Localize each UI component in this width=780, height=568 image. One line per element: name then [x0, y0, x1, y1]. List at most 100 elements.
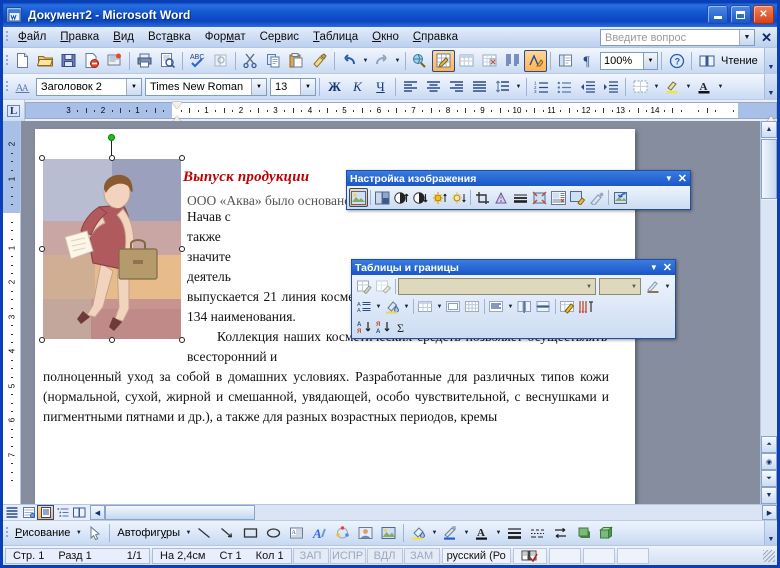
shadow-style-icon[interactable]	[572, 522, 595, 544]
zoom-dropdown-icon[interactable]: ▼	[644, 51, 658, 70]
line-spacing-icon[interactable]	[491, 76, 514, 98]
draw-menu-button[interactable]: Рисование	[11, 527, 74, 539]
text-wrapping-icon[interactable]	[549, 188, 568, 207]
insert-hyperlink-icon[interactable]	[409, 50, 432, 72]
sort-ascending-icon[interactable]: АЯ	[355, 317, 374, 336]
style-combo[interactable]: Заголовок 2 ▼	[36, 77, 142, 96]
web-layout-view-button[interactable]	[20, 505, 37, 520]
maximize-button[interactable]	[730, 5, 751, 24]
shading-color-dropdown-icon[interactable]: ▼	[402, 304, 411, 310]
formatting-toolbar-grip[interactable]	[3, 79, 11, 95]
align-cell-icon[interactable]	[487, 297, 506, 316]
line-style-icon[interactable]	[511, 188, 530, 207]
document-body-3[interactable]: полноценный уход за собой в домашних усл…	[43, 367, 609, 427]
resize-handle-w[interactable]	[39, 246, 45, 252]
status-flag-ovr[interactable]: ЗАМ	[403, 547, 440, 564]
menu-grip[interactable]	[3, 29, 11, 45]
format-painter-icon[interactable]	[308, 50, 331, 72]
format-picture-icon[interactable]	[568, 188, 587, 207]
merge-cells-icon[interactable]	[444, 297, 463, 316]
show-formatting-marks-icon[interactable]: ¶	[577, 50, 600, 72]
autoshapes-dropdown-icon[interactable]: ▼	[184, 530, 193, 536]
resize-grip[interactable]	[763, 549, 775, 562]
research-icon[interactable]	[209, 50, 232, 72]
arrow-style-icon[interactable]	[549, 522, 572, 544]
decrease-indent-icon[interactable]	[576, 76, 599, 98]
draw-table-icon[interactable]	[355, 277, 374, 296]
wordart-icon[interactable]: A	[308, 522, 331, 544]
select-browse-object-button[interactable]: ◉	[761, 453, 777, 470]
businesswoman-clipart[interactable]	[39, 134, 185, 343]
insert-table-icon[interactable]	[455, 50, 478, 72]
help-icon[interactable]: ?	[665, 50, 688, 72]
scroll-up-button[interactable]: ▲	[761, 121, 777, 138]
tables-and-borders-toolbar[interactable]: Таблицы и границы ▼ ✕ ▼ ▼ ▼ A A ▼ ▼ ▼ ▼ …	[351, 259, 676, 339]
insert-picture-icon[interactable]	[377, 522, 400, 544]
reset-picture-icon[interactable]	[611, 188, 630, 207]
picture-toolbar[interactable]: Настройка изображения ▼ ✕	[346, 170, 691, 210]
menu-window[interactable]: Окно	[365, 29, 406, 45]
menu-help[interactable]: Справка	[406, 29, 465, 45]
vertical-scroll-thumb[interactable]	[761, 139, 777, 199]
reading-layout-icon[interactable]	[695, 50, 718, 72]
select-objects-icon[interactable]	[83, 522, 106, 544]
chevron-down-icon[interactable]: ▼	[628, 279, 640, 294]
more-contrast-icon[interactable]	[392, 188, 411, 207]
more-brightness-icon[interactable]	[430, 188, 449, 207]
paste-icon[interactable]	[285, 50, 308, 72]
crop-icon[interactable]	[473, 188, 492, 207]
resize-handle-n[interactable]	[109, 155, 115, 161]
clipart-image[interactable]	[43, 159, 181, 339]
formatting-toolbar-overflow-button[interactable]: ▼	[764, 74, 777, 99]
spelling-check-icon[interactable]: ABC	[186, 50, 209, 72]
font-color-dropdown-icon[interactable]: ▼	[716, 84, 725, 90]
scroll-left-button[interactable]: ◀	[90, 505, 105, 520]
status-flag-ext[interactable]: ВДЛ	[366, 547, 403, 564]
font-combo[interactable]: Times New Roman ▼	[145, 77, 267, 96]
resize-handle-se[interactable]	[179, 337, 185, 343]
align-right-icon[interactable]	[445, 76, 468, 98]
3d-style-icon[interactable]	[595, 522, 618, 544]
font-size-combo[interactable]: 13 ▼	[270, 77, 316, 96]
resize-handle-s[interactable]	[109, 337, 115, 343]
dash-style-icon[interactable]	[526, 522, 549, 544]
chevron-down-icon[interactable]: ▼	[251, 78, 266, 95]
autosum-icon[interactable]: Σ	[393, 317, 412, 336]
horizontal-scrollbar[interactable]: ◀ ▶	[90, 505, 777, 520]
print-layout-view-button[interactable]	[37, 505, 54, 520]
standard-toolbar-grip[interactable]	[3, 53, 11, 69]
numbered-list-icon[interactable]: 123	[530, 76, 553, 98]
horizontal-ruler[interactable]: 3 2 1 1 2 3 4 5 6 7 8 9 10 11 12 13 14	[25, 102, 777, 123]
border-color-dropdown-icon[interactable]: ▼	[663, 284, 672, 290]
print-preview-icon[interactable]	[156, 50, 179, 72]
line-icon[interactable]	[193, 522, 216, 544]
permission-icon[interactable]	[103, 50, 126, 72]
scroll-right-button[interactable]: ▶	[762, 505, 777, 520]
menu-edit[interactable]: Правка	[53, 29, 106, 45]
menu-tools[interactable]: Сервис	[253, 29, 306, 45]
outside-borders-icon[interactable]: AA	[355, 297, 374, 316]
underline-button[interactable]: Ч	[369, 76, 392, 98]
insert-table-dropdown-icon[interactable]: ▼	[435, 304, 444, 310]
resize-handle-e[interactable]	[179, 246, 185, 252]
first-line-indent-marker[interactable]	[172, 102, 182, 109]
line-color-icon[interactable]	[439, 522, 462, 544]
border-color-icon[interactable]	[644, 277, 663, 296]
arrow-icon[interactable]	[216, 522, 239, 544]
normal-view-button[interactable]	[3, 505, 20, 520]
line-style-icon[interactable]	[503, 522, 526, 544]
sort-descending-icon[interactable]: ЯА	[374, 317, 393, 336]
undo-dropdown-icon[interactable]: ▼	[361, 58, 370, 64]
new-document-icon[interactable]	[11, 50, 34, 72]
tables-and-borders-icon[interactable]	[432, 49, 455, 72]
distribute-columns-icon[interactable]	[534, 297, 553, 316]
text-box-icon[interactable]: A	[285, 522, 308, 544]
outside-borders-dropdown-icon[interactable]: ▼	[374, 304, 383, 310]
vertical-scroll-track[interactable]	[761, 200, 777, 436]
autoshapes-menu-button[interactable]: Автофигуры	[113, 527, 184, 539]
fill-color-dropdown-icon[interactable]: ▼	[430, 530, 439, 536]
resize-handle-ne[interactable]	[179, 155, 185, 161]
scroll-down-button[interactable]: ▼	[761, 487, 777, 504]
tables-toolbar-titlebar[interactable]: Таблицы и границы ▼ ✕	[352, 260, 675, 275]
tables-toolbar-close-icon[interactable]: ✕	[663, 261, 672, 274]
